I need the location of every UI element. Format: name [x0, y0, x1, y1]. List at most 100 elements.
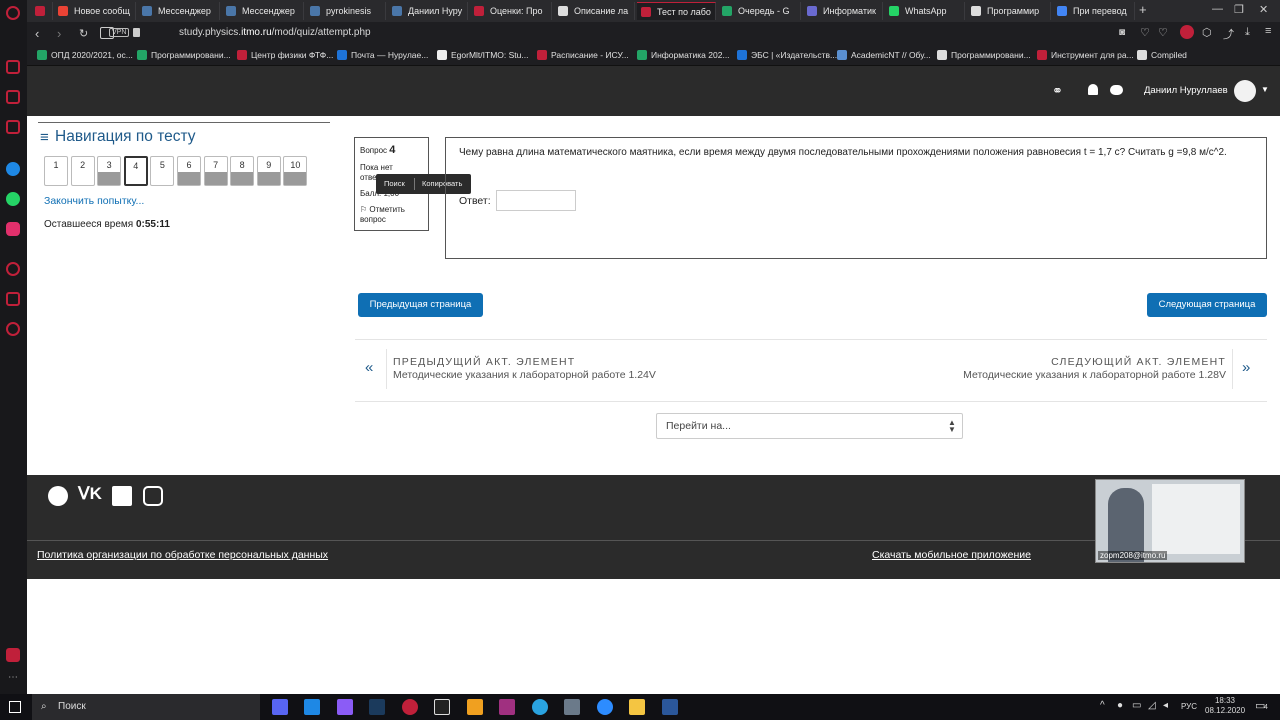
discord-icon[interactable]	[272, 699, 288, 715]
browser-tab[interactable]: pyrokinesis	[306, 2, 386, 20]
reload-icon[interactable]: ↻	[79, 27, 88, 40]
bookmark-item[interactable]: Центр физики ФТФ...	[237, 50, 333, 60]
facebook-icon[interactable]	[112, 486, 132, 506]
video-overlay[interactable]: zopm208@itmo.ru	[1095, 479, 1245, 563]
rider-icon[interactable]	[499, 699, 515, 715]
vpn-badge[interactable]: VPN	[109, 28, 130, 37]
bookmark-icon[interactable]: ♡	[1140, 26, 1150, 39]
bookmark-item[interactable]: Compiled	[1137, 50, 1187, 60]
next-activity-heading[interactable]: СЛЕДУЮЩИЙ АКТ. ЭЛЕМЕНТ	[1034, 356, 1226, 368]
volume-icon[interactable]: ◂	[1163, 700, 1168, 711]
opera-icon[interactable]	[402, 699, 418, 715]
adblock-icon[interactable]	[1180, 25, 1194, 39]
settings-icon[interactable]	[6, 322, 20, 336]
browser-tab[interactable]	[31, 2, 53, 20]
privacy-policy-link[interactable]: Политика организации по обработке персон…	[37, 549, 328, 561]
question-nav-button[interactable]: 2	[70, 156, 95, 186]
clock[interactable]: 18:33 08.12.2020	[1205, 696, 1245, 716]
globe-icon[interactable]	[48, 486, 68, 506]
sublime-icon[interactable]	[467, 699, 483, 715]
mic-icon[interactable]: ●	[1117, 700, 1123, 711]
url-field[interactable]: study.physics.itmo.ru/mod/quiz/attempt.p…	[179, 27, 371, 38]
easy-setup-icon[interactable]: ≡	[1265, 25, 1271, 37]
browser-tab[interactable]: Даниил Нуру	[388, 2, 468, 20]
browser-tab[interactable]: Описание ла	[554, 2, 635, 20]
bookmark-item[interactable]: Информатика 202...	[637, 50, 730, 60]
bell-icon[interactable]	[1088, 84, 1098, 95]
browser-tab[interactable]: При перевод	[1053, 2, 1135, 20]
bookmark-item[interactable]: Инструмент для ра...	[1037, 50, 1134, 60]
file-explorer-icon[interactable]	[629, 699, 645, 715]
vscode-icon[interactable]	[304, 699, 320, 715]
bookmark-item[interactable]: AcademicNT // Обу...	[837, 50, 931, 60]
battery-icon[interactable]: ▭	[1132, 700, 1141, 711]
telegram-icon[interactable]	[532, 699, 548, 715]
prev-page-button[interactable]: Предыдущая страница	[358, 293, 483, 317]
bookmark-item[interactable]: ОПД 2020/2021, ос...	[37, 50, 133, 60]
bookmark-item[interactable]: Почта — Нурулае...	[337, 50, 428, 60]
question-nav-button[interactable]: 8	[230, 156, 255, 186]
user-name[interactable]: Даниил Нуруллаев	[1144, 85, 1228, 96]
next-page-button[interactable]: Следующая страница	[1147, 293, 1267, 317]
speed-dial-icon[interactable]	[6, 60, 20, 74]
double-chevron-right-icon[interactable]: »	[1242, 359, 1250, 376]
bookmark-item[interactable]: Программировани...	[937, 50, 1031, 60]
favorite-icon[interactable]: ♡	[1158, 26, 1168, 39]
browser-tab[interactable]: Новое сообщ	[54, 2, 136, 20]
question-nav-button[interactable]: 6	[177, 156, 201, 186]
question-nav-button[interactable]: 5	[150, 156, 175, 186]
question-nav-button[interactable]: 3	[97, 156, 122, 186]
taskbar-search[interactable]: Поиск	[32, 694, 260, 720]
shopping-bag-icon[interactable]	[6, 90, 20, 104]
twitch-icon[interactable]	[6, 120, 20, 134]
browser-tab[interactable]: Мессенджер	[138, 2, 220, 20]
double-chevron-left-icon[interactable]: «	[365, 359, 373, 376]
question-nav-button[interactable]: 1	[44, 156, 68, 186]
browser-tab[interactable]: Информатик	[803, 2, 883, 20]
bookmark-item[interactable]: EgorMlt/ITMO: Stu...	[437, 50, 528, 60]
question-nav-button[interactable]: 9	[256, 156, 281, 186]
jetbrains-icon[interactable]	[434, 699, 450, 715]
chat-icon[interactable]	[1110, 85, 1123, 95]
prev-activity-heading[interactable]: ПРЕДЫДУЩИЙ АКТ. ЭЛЕМЕНТ	[393, 356, 575, 368]
browser-tab[interactable]: Программир	[967, 2, 1051, 20]
question-nav-button[interactable]: 10	[283, 156, 308, 186]
new-tab-icon[interactable]: +	[1139, 2, 1147, 17]
finish-attempt-link[interactable]: Закончить попытку...	[44, 195, 144, 207]
more-icon[interactable]: ⋯	[8, 672, 18, 683]
question-nav-button[interactable]: 7	[203, 156, 228, 186]
browser-tab[interactable]: Оценки: Про	[470, 2, 552, 20]
next-activity-title[interactable]: Методические указания к лабораторной раб…	[926, 369, 1226, 381]
instagram-icon[interactable]	[6, 222, 20, 236]
extension-icon[interactable]: ⬡	[1202, 26, 1212, 39]
forward-icon[interactable]: ›	[57, 26, 61, 41]
avatar[interactable]	[1234, 80, 1256, 102]
history-icon[interactable]	[6, 262, 20, 276]
browser-tab[interactable]: Мессенджер	[222, 2, 304, 20]
minimize-icon[interactable]: —	[1212, 3, 1223, 15]
browser-tab[interactable]: Тест по лабо	[637, 2, 716, 20]
answer-input[interactable]	[496, 190, 576, 211]
steam-icon[interactable]	[369, 699, 385, 715]
windows-start-icon[interactable]	[9, 701, 21, 713]
popup-search[interactable]: Поиск	[384, 179, 405, 188]
network-icon[interactable]: ◿	[1148, 700, 1156, 711]
visual-studio-icon[interactable]	[337, 699, 353, 715]
messenger-icon[interactable]	[6, 162, 20, 176]
zoom-icon[interactable]	[597, 699, 613, 715]
language-indicator[interactable]: РУС	[1181, 702, 1197, 711]
back-icon[interactable]: ‹	[35, 26, 39, 41]
vk-icon[interactable]: ᐯK	[78, 484, 102, 504]
bookmark-item[interactable]: ЭБС | «Издательств...	[737, 50, 837, 60]
whatsapp-icon[interactable]	[6, 192, 20, 206]
cube-icon[interactable]	[6, 292, 20, 306]
link-icon[interactable]: ⚭	[1052, 83, 1063, 99]
bookmark-item[interactable]: Программировани...	[137, 50, 231, 60]
question-nav-button[interactable]: 4	[123, 156, 148, 186]
jump-to-select[interactable]: Перейти на... ▲ ▼	[656, 413, 963, 439]
word-icon[interactable]	[662, 699, 678, 715]
flag-question[interactable]: ⚐ Отметить вопрос	[360, 205, 420, 225]
instagram-icon[interactable]	[143, 486, 163, 506]
browser-tab[interactable]: WhatsApp	[885, 2, 965, 20]
downloads-icon[interactable]: ⤓	[1245, 26, 1250, 39]
